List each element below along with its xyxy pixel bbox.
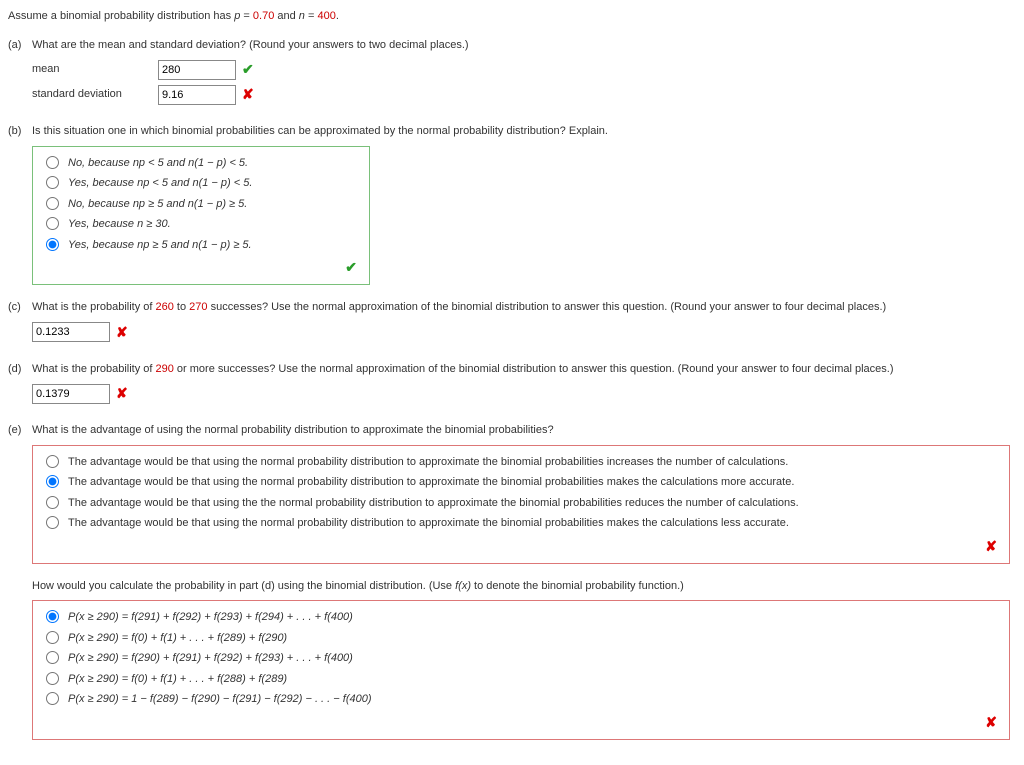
part-e: (e) What is the advantage of using the n… bbox=[8, 422, 1016, 564]
radio-e-0[interactable] bbox=[46, 455, 59, 468]
part-c-label: (c) bbox=[8, 299, 32, 316]
radio-f-4[interactable] bbox=[46, 692, 59, 705]
part-f-optionbox: P(x ≥ 290) = f(291) + f(292) + f(293) + … bbox=[32, 600, 1010, 740]
part-b-question: Is this situation one in which binomial … bbox=[32, 123, 1016, 140]
part-d-input[interactable] bbox=[32, 384, 110, 404]
opt-b-0: No, because np < 5 and n(1 − p) < 5. bbox=[68, 155, 248, 172]
part-a-label: (a) bbox=[8, 37, 32, 54]
opt-f-0: P(x ≥ 290) = f(291) + f(292) + f(293) + … bbox=[68, 609, 353, 626]
part-c-input[interactable] bbox=[32, 322, 110, 342]
mean-label: mean bbox=[32, 61, 152, 78]
problem-intro: Assume a binomial probability distributi… bbox=[8, 8, 1016, 25]
part-f: How would you calculate the probability … bbox=[32, 578, 1016, 740]
part-a-question: What are the mean and standard deviation… bbox=[32, 37, 1016, 54]
part-c-question: What is the probability of 260 to 270 su… bbox=[32, 299, 1016, 316]
radio-e-3[interactable] bbox=[46, 516, 59, 529]
radio-b-0[interactable] bbox=[46, 156, 59, 169]
opt-f-3: P(x ≥ 290) = f(0) + f(1) + . . . + f(288… bbox=[68, 671, 287, 688]
cross-icon: ✘ bbox=[116, 383, 128, 404]
sd-input[interactable] bbox=[158, 85, 236, 105]
opt-f-1: P(x ≥ 290) = f(0) + f(1) + . . . + f(289… bbox=[68, 630, 287, 647]
opt-b-3: Yes, because n ≥ 30. bbox=[68, 216, 171, 233]
cross-icon: ✘ bbox=[985, 714, 997, 730]
sd-label: standard deviation bbox=[32, 86, 152, 103]
opt-b-1: Yes, because np < 5 and n(1 − p) < 5. bbox=[68, 175, 252, 192]
radio-f-0[interactable] bbox=[46, 610, 59, 623]
part-f-question: How would you calculate the probability … bbox=[32, 578, 1016, 595]
intro-text: Assume a binomial probability distributi… bbox=[8, 10, 234, 22]
opt-e-2: The advantage would be that using the th… bbox=[68, 495, 799, 512]
radio-b-4[interactable] bbox=[46, 238, 59, 251]
intro-p-val: 0.70 bbox=[253, 10, 274, 22]
part-d-question: What is the probability of 290 or more s… bbox=[32, 361, 1016, 378]
opt-e-1: The advantage would be that using the no… bbox=[68, 474, 794, 491]
part-e-label: (e) bbox=[8, 422, 32, 439]
radio-b-1[interactable] bbox=[46, 176, 59, 189]
part-e-question: What is the advantage of using the norma… bbox=[32, 422, 1016, 439]
check-icon: ✔ bbox=[345, 259, 357, 275]
radio-f-1[interactable] bbox=[46, 631, 59, 644]
part-b-label: (b) bbox=[8, 123, 32, 140]
part-b: (b) Is this situation one in which binom… bbox=[8, 123, 1016, 285]
radio-f-2[interactable] bbox=[46, 651, 59, 664]
mean-input[interactable] bbox=[158, 60, 236, 80]
radio-f-3[interactable] bbox=[46, 672, 59, 685]
part-c: (c) What is the probability of 260 to 27… bbox=[8, 299, 1016, 347]
part-d-label: (d) bbox=[8, 361, 32, 378]
opt-f-4: P(x ≥ 290) = 1 − f(289) − f(290) − f(291… bbox=[68, 691, 372, 708]
radio-e-1[interactable] bbox=[46, 475, 59, 488]
opt-f-2: P(x ≥ 290) = f(290) + f(291) + f(292) + … bbox=[68, 650, 353, 667]
radio-b-3[interactable] bbox=[46, 217, 59, 230]
opt-b-2: No, because np ≥ 5 and n(1 − p) ≥ 5. bbox=[68, 196, 247, 213]
cross-icon: ✘ bbox=[116, 322, 128, 343]
opt-e-0: The advantage would be that using the no… bbox=[68, 454, 788, 471]
part-e-optionbox: The advantage would be that using the no… bbox=[32, 445, 1010, 564]
opt-b-4: Yes, because np ≥ 5 and n(1 − p) ≥ 5. bbox=[68, 237, 252, 254]
check-icon: ✔ bbox=[242, 59, 254, 80]
cross-icon: ✘ bbox=[985, 538, 997, 554]
radio-e-2[interactable] bbox=[46, 496, 59, 509]
part-b-optionbox: No, because np < 5 and n(1 − p) < 5. Yes… bbox=[32, 146, 370, 286]
opt-e-3: The advantage would be that using the no… bbox=[68, 515, 789, 532]
cross-icon: ✘ bbox=[242, 84, 254, 105]
part-d: (d) What is the probability of 290 or mo… bbox=[8, 361, 1016, 409]
radio-b-2[interactable] bbox=[46, 197, 59, 210]
part-a: (a) What are the mean and standard devia… bbox=[8, 37, 1016, 110]
intro-n-val: 400 bbox=[317, 10, 335, 22]
